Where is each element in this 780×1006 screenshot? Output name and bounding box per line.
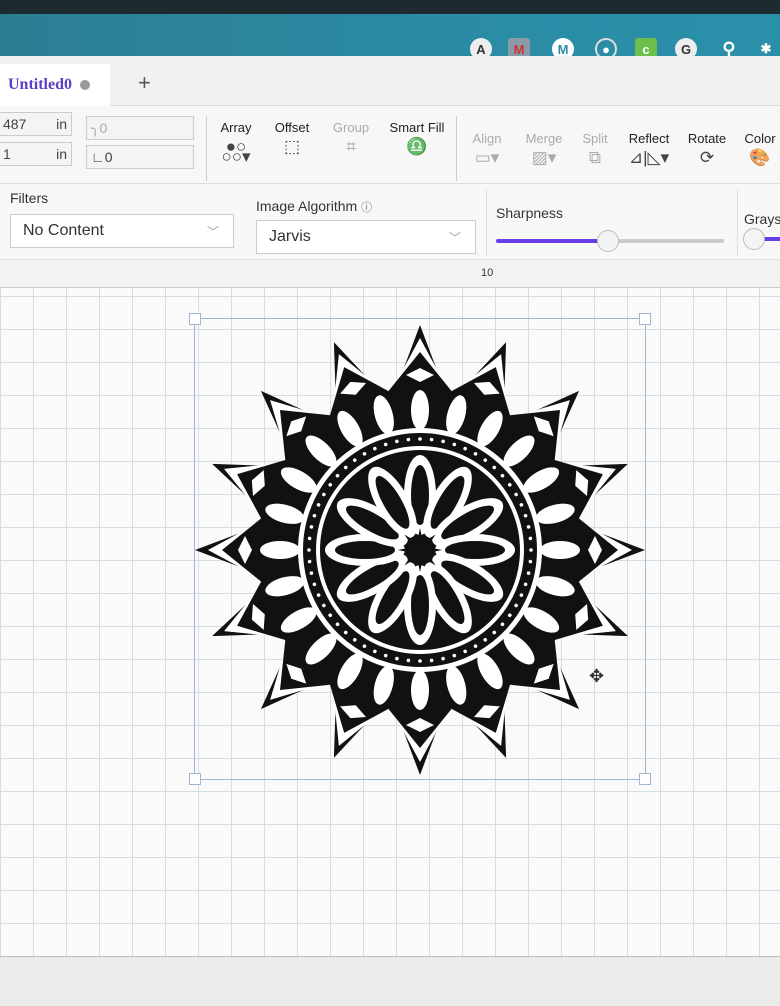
divider — [486, 190, 487, 256]
bottom-bar — [0, 956, 780, 1006]
mandala-part — [529, 548, 533, 552]
system-menubar: A M M ● c G ⚲ ✱ — [0, 14, 780, 60]
algorithm-label-text: Image Algorithm — [256, 198, 358, 214]
sharpness-handle[interactable] — [596, 230, 619, 252]
filters-label: Filters — [10, 190, 49, 206]
grayscale-slider[interactable] — [743, 228, 780, 250]
mandala-part — [418, 437, 422, 441]
corner-radius-field[interactable]: ╮ 0 — [86, 116, 194, 140]
angle-icon: ∟ — [91, 149, 105, 165]
tool-label: Color — [744, 131, 776, 146]
grayscale-label: Grays — [744, 211, 780, 227]
algorithm-value: Jarvis — [269, 228, 311, 245]
new-tab-button[interactable]: + — [138, 70, 151, 96]
mandala-image[interactable] — [195, 323, 645, 778]
ruler: 10 — [0, 260, 780, 288]
mandala-part — [411, 390, 429, 430]
width-field[interactable]: 487 in — [0, 112, 72, 136]
height-field[interactable]: 1 in — [0, 142, 72, 166]
width-unit: in — [56, 116, 67, 132]
corner-value: 0 — [99, 120, 108, 136]
tool-label: Offset — [274, 120, 310, 135]
width-value: 487 — [3, 116, 27, 132]
height-unit: in — [56, 146, 67, 162]
ruler-label: 10 — [481, 267, 494, 279]
tool-label: Split — [582, 131, 608, 146]
toolbar: 487 in 1 in ╮ 0 ∟ 0 Array ●○ ○○▾ Offset ⬚ Group ⌗… — [0, 106, 780, 184]
angle-value: 0 — [104, 149, 113, 165]
tool-label: Align — [472, 131, 502, 146]
tool-label: Smart Fill — [389, 120, 445, 135]
filters-select[interactable]: No Content ﹀ — [10, 214, 234, 248]
tool-color-button[interactable]: Color 🎨 — [720, 131, 780, 166]
corner-icon: ╮ — [91, 119, 100, 136]
mandala-part — [411, 670, 429, 710]
design-canvas[interactable]: ✥ — [0, 288, 780, 956]
chevron-down-icon: ﹀ — [448, 230, 461, 245]
mandala-part — [260, 541, 300, 559]
color-icon: 🎨 — [749, 148, 771, 167]
mandala-part — [540, 541, 580, 559]
tool-smart-fill-button[interactable]: Smart Fill ♎ — [377, 120, 457, 155]
sharpness-slider[interactable] — [496, 230, 724, 252]
tab-untitled0[interactable]: Untitled0 — [0, 64, 110, 106]
tool-label: Group — [332, 120, 370, 135]
help-icon[interactable]: ⓘ — [361, 202, 372, 214]
sharpness-fill — [496, 239, 608, 243]
sharpness-label: Sharpness — [496, 205, 563, 221]
filters-value: No Content — [23, 222, 104, 239]
tab-bar: Untitled0 — [0, 56, 780, 106]
mandala-part — [418, 659, 422, 663]
algorithm-label: Image Algorithm ⓘ — [256, 198, 372, 215]
unsaved-dot-icon — [80, 80, 90, 90]
algorithm-select[interactable]: Jarvis ﹀ — [256, 220, 476, 254]
mandala-part — [398, 528, 442, 572]
smart-fill-icon: ♎ — [406, 137, 428, 156]
divider — [737, 190, 738, 256]
image-options-bar: Filters No Content ﹀ Image Algorithm ⓘ Ja… — [0, 184, 780, 260]
height-value: 1 — [3, 146, 11, 162]
tool-label: Reflect — [628, 131, 670, 146]
tool-label: Array — [220, 120, 252, 135]
tab-title: Untitled0 — [8, 76, 72, 93]
grayscale-handle[interactable] — [743, 228, 765, 250]
screen-bezel — [0, 0, 780, 14]
angle-field[interactable]: ∟ 0 — [86, 145, 194, 169]
mandala-part — [307, 548, 311, 552]
chevron-down-icon: ﹀ — [206, 224, 219, 239]
move-cursor-icon: ✥ — [589, 666, 605, 686]
